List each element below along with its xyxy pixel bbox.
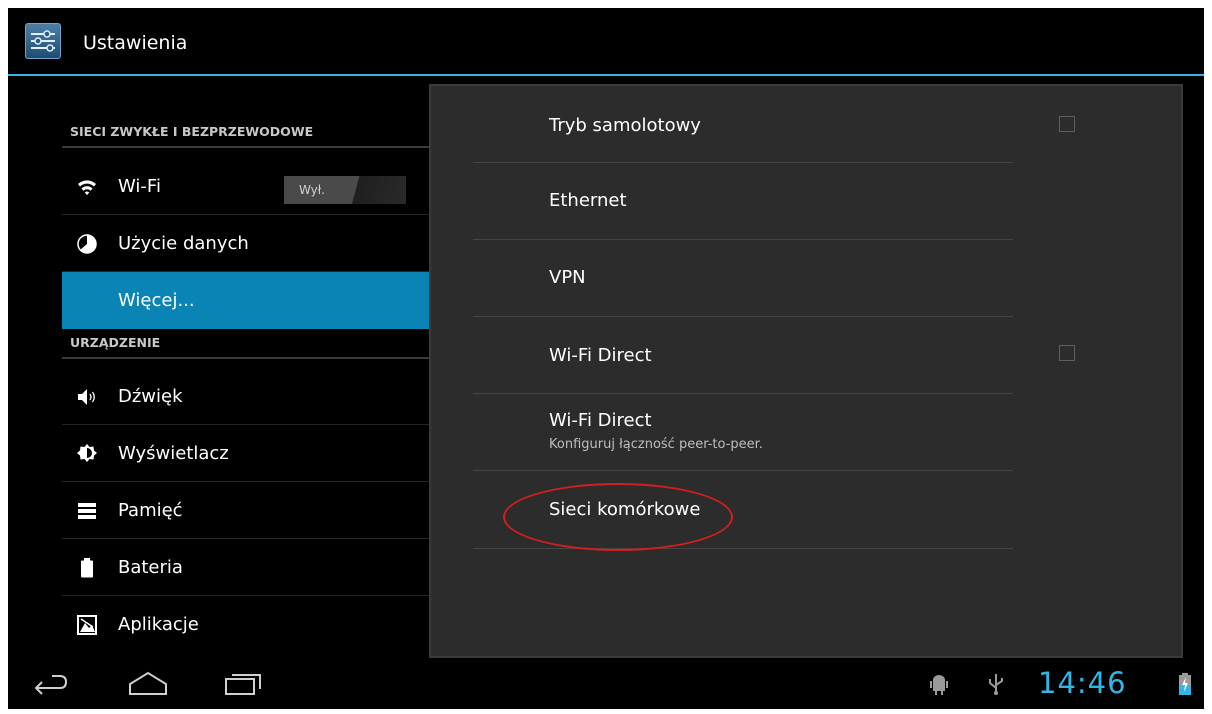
action-bar: Ustawienia [8, 8, 1204, 76]
wifi-toggle-label: Wył. [299, 183, 325, 197]
recent-apps-icon[interactable] [220, 668, 266, 698]
battery-charging-icon[interactable] [1178, 673, 1192, 695]
sidebar-item-label: Aplikacje [118, 614, 199, 635]
pref-airplane-mode[interactable]: Tryb samolotowy [473, 86, 1075, 163]
app-title: Ustawienia [83, 32, 188, 54]
sidebar-item-data-usage[interactable]: Użycie danych [62, 215, 429, 272]
pref-subtitle: Konfiguruj łączność peer-to-peer. [549, 437, 763, 452]
pref-title: Wi-Fi Direct [549, 410, 652, 431]
sidebar-item-label: Bateria [118, 557, 183, 578]
android-debug-icon [930, 675, 948, 695]
pref-title: VPN [549, 267, 586, 288]
apps-icon [77, 615, 97, 635]
sidebar-item-storage[interactable]: Pamięć [62, 482, 429, 539]
sidebar-item-display[interactable]: Wyświetlacz [62, 425, 429, 482]
details-pane: Tryb samolotowy Ethernet VPN Wi-Fi Direc… [429, 84, 1183, 658]
sidebar-item-battery[interactable]: Bateria [62, 539, 429, 596]
pref-title: Tryb samolotowy [549, 115, 701, 136]
sidebar-item-label: Dźwięk [118, 386, 183, 407]
wifi-toggle-switch[interactable]: Wył. [284, 176, 406, 204]
navigation-bar: 14:46 [8, 658, 1204, 709]
sidebar-item-label: Użycie danych [118, 233, 249, 254]
sidebar-item-label: Więcej... [118, 290, 195, 311]
back-icon[interactable] [30, 668, 70, 698]
settings-sidebar: SIECI ZWYKŁE I BEZPRZEWODOWE Wi-Fi Wył. … [62, 78, 429, 656]
sidebar-item-wifi[interactable]: Wi-Fi Wył. [62, 158, 429, 215]
battery-icon [81, 558, 93, 578]
pref-wifi-direct-toggle[interactable]: Wi-Fi Direct [473, 317, 1075, 394]
clock[interactable]: 14:46 [1038, 666, 1127, 700]
wifi-icon [78, 180, 96, 195]
pref-title: Ethernet [549, 190, 627, 211]
sidebar-item-more[interactable]: Więcej... [62, 272, 429, 329]
usb-icon [989, 674, 1003, 695]
airplane-mode-checkbox[interactable] [1059, 116, 1075, 132]
section-header-networks: SIECI ZWYKŁE I BEZPRZEWODOWE [62, 118, 429, 148]
screen: Ustawienia SIECI ZWYKŁE I BEZPRZEWODOWE … [8, 8, 1204, 709]
sidebar-item-label: Wyświetlacz [118, 443, 229, 464]
sidebar-item-label: Wi-Fi [118, 176, 161, 197]
sidebar-item-sound[interactable]: Dźwięk [62, 368, 429, 425]
section-header-device: URZĄDZENIE [62, 329, 429, 359]
brightness-icon [77, 444, 97, 462]
section-header-label: SIECI ZWYKŁE I BEZPRZEWODOWE [70, 124, 314, 139]
pref-title: Wi-Fi Direct [549, 345, 652, 366]
pref-vpn[interactable]: VPN [473, 240, 1013, 317]
sidebar-item-label: Pamięć [118, 500, 183, 521]
settings-sliders-icon[interactable] [25, 23, 61, 59]
pref-wifi-direct-config[interactable]: Wi-Fi Direct Konfiguruj łączność peer-to… [473, 394, 1013, 471]
red-highlight-ellipse [503, 483, 733, 551]
speaker-icon [78, 389, 95, 405]
pref-ethernet[interactable]: Ethernet [473, 163, 1013, 240]
storage-icon [78, 503, 96, 519]
data-usage-icon [77, 234, 97, 254]
sidebar-item-apps[interactable]: Aplikacje [62, 596, 429, 653]
home-icon[interactable] [126, 668, 170, 698]
section-header-label: URZĄDZENIE [70, 335, 161, 350]
wifi-direct-checkbox[interactable] [1059, 345, 1075, 361]
